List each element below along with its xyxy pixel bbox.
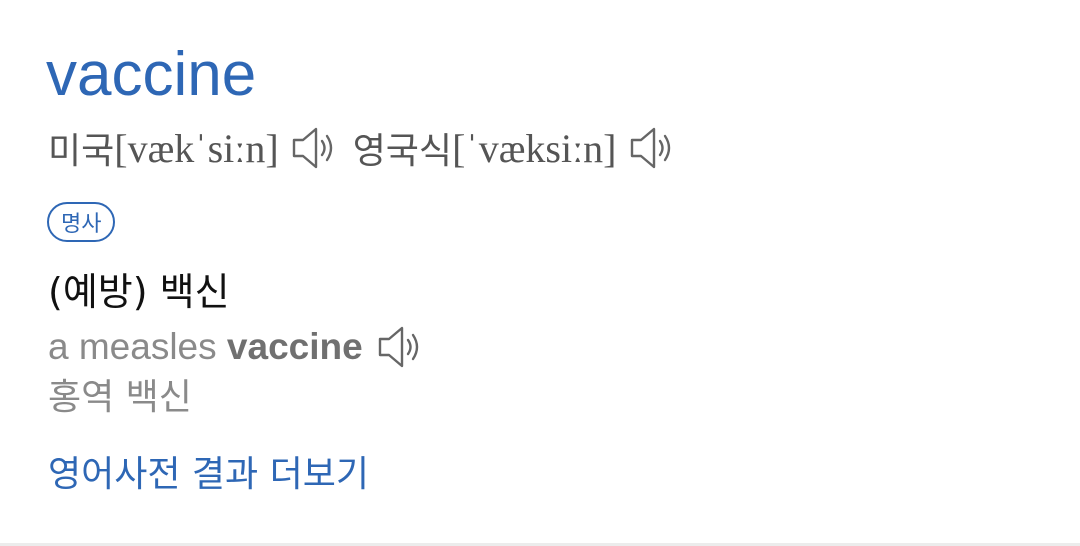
example-translation: 홍역 백신 [48,377,192,418]
example-row: a measles vaccine [48,322,425,372]
example-highlight: vaccine [226,326,363,367]
pronunciation-row: 미국 [vækˈsiːn] 영국식 [ˈvæksiːn] [48,122,691,174]
speaker-icon[interactable] [375,323,425,371]
more-results-link[interactable]: 영어사전 결과 더보기 [48,450,369,500]
example-prefix: a measles [48,326,227,367]
speaker-icon[interactable] [627,124,677,172]
example-sentence: a measles vaccine [48,326,363,368]
part-of-speech-badge: 명사 [47,202,116,242]
headword[interactable]: vaccine [46,38,256,112]
pronunciation-label-us: 미국 [48,131,115,172]
meaning-text: (예방) 백신 [48,270,230,314]
speaker-icon[interactable] [289,124,339,172]
pronunciation-ipa-uk: [ˈvæksiːn] [452,125,617,171]
pronunciation-label-uk: 영국식 [352,131,453,172]
pronunciation-ipa-us: [vækˈsiːn] [114,125,279,171]
dictionary-card: vaccine 미국 [vækˈsiːn] 영국식 [ˈvæksiːn] 명사 (예… [0,0,1080,546]
